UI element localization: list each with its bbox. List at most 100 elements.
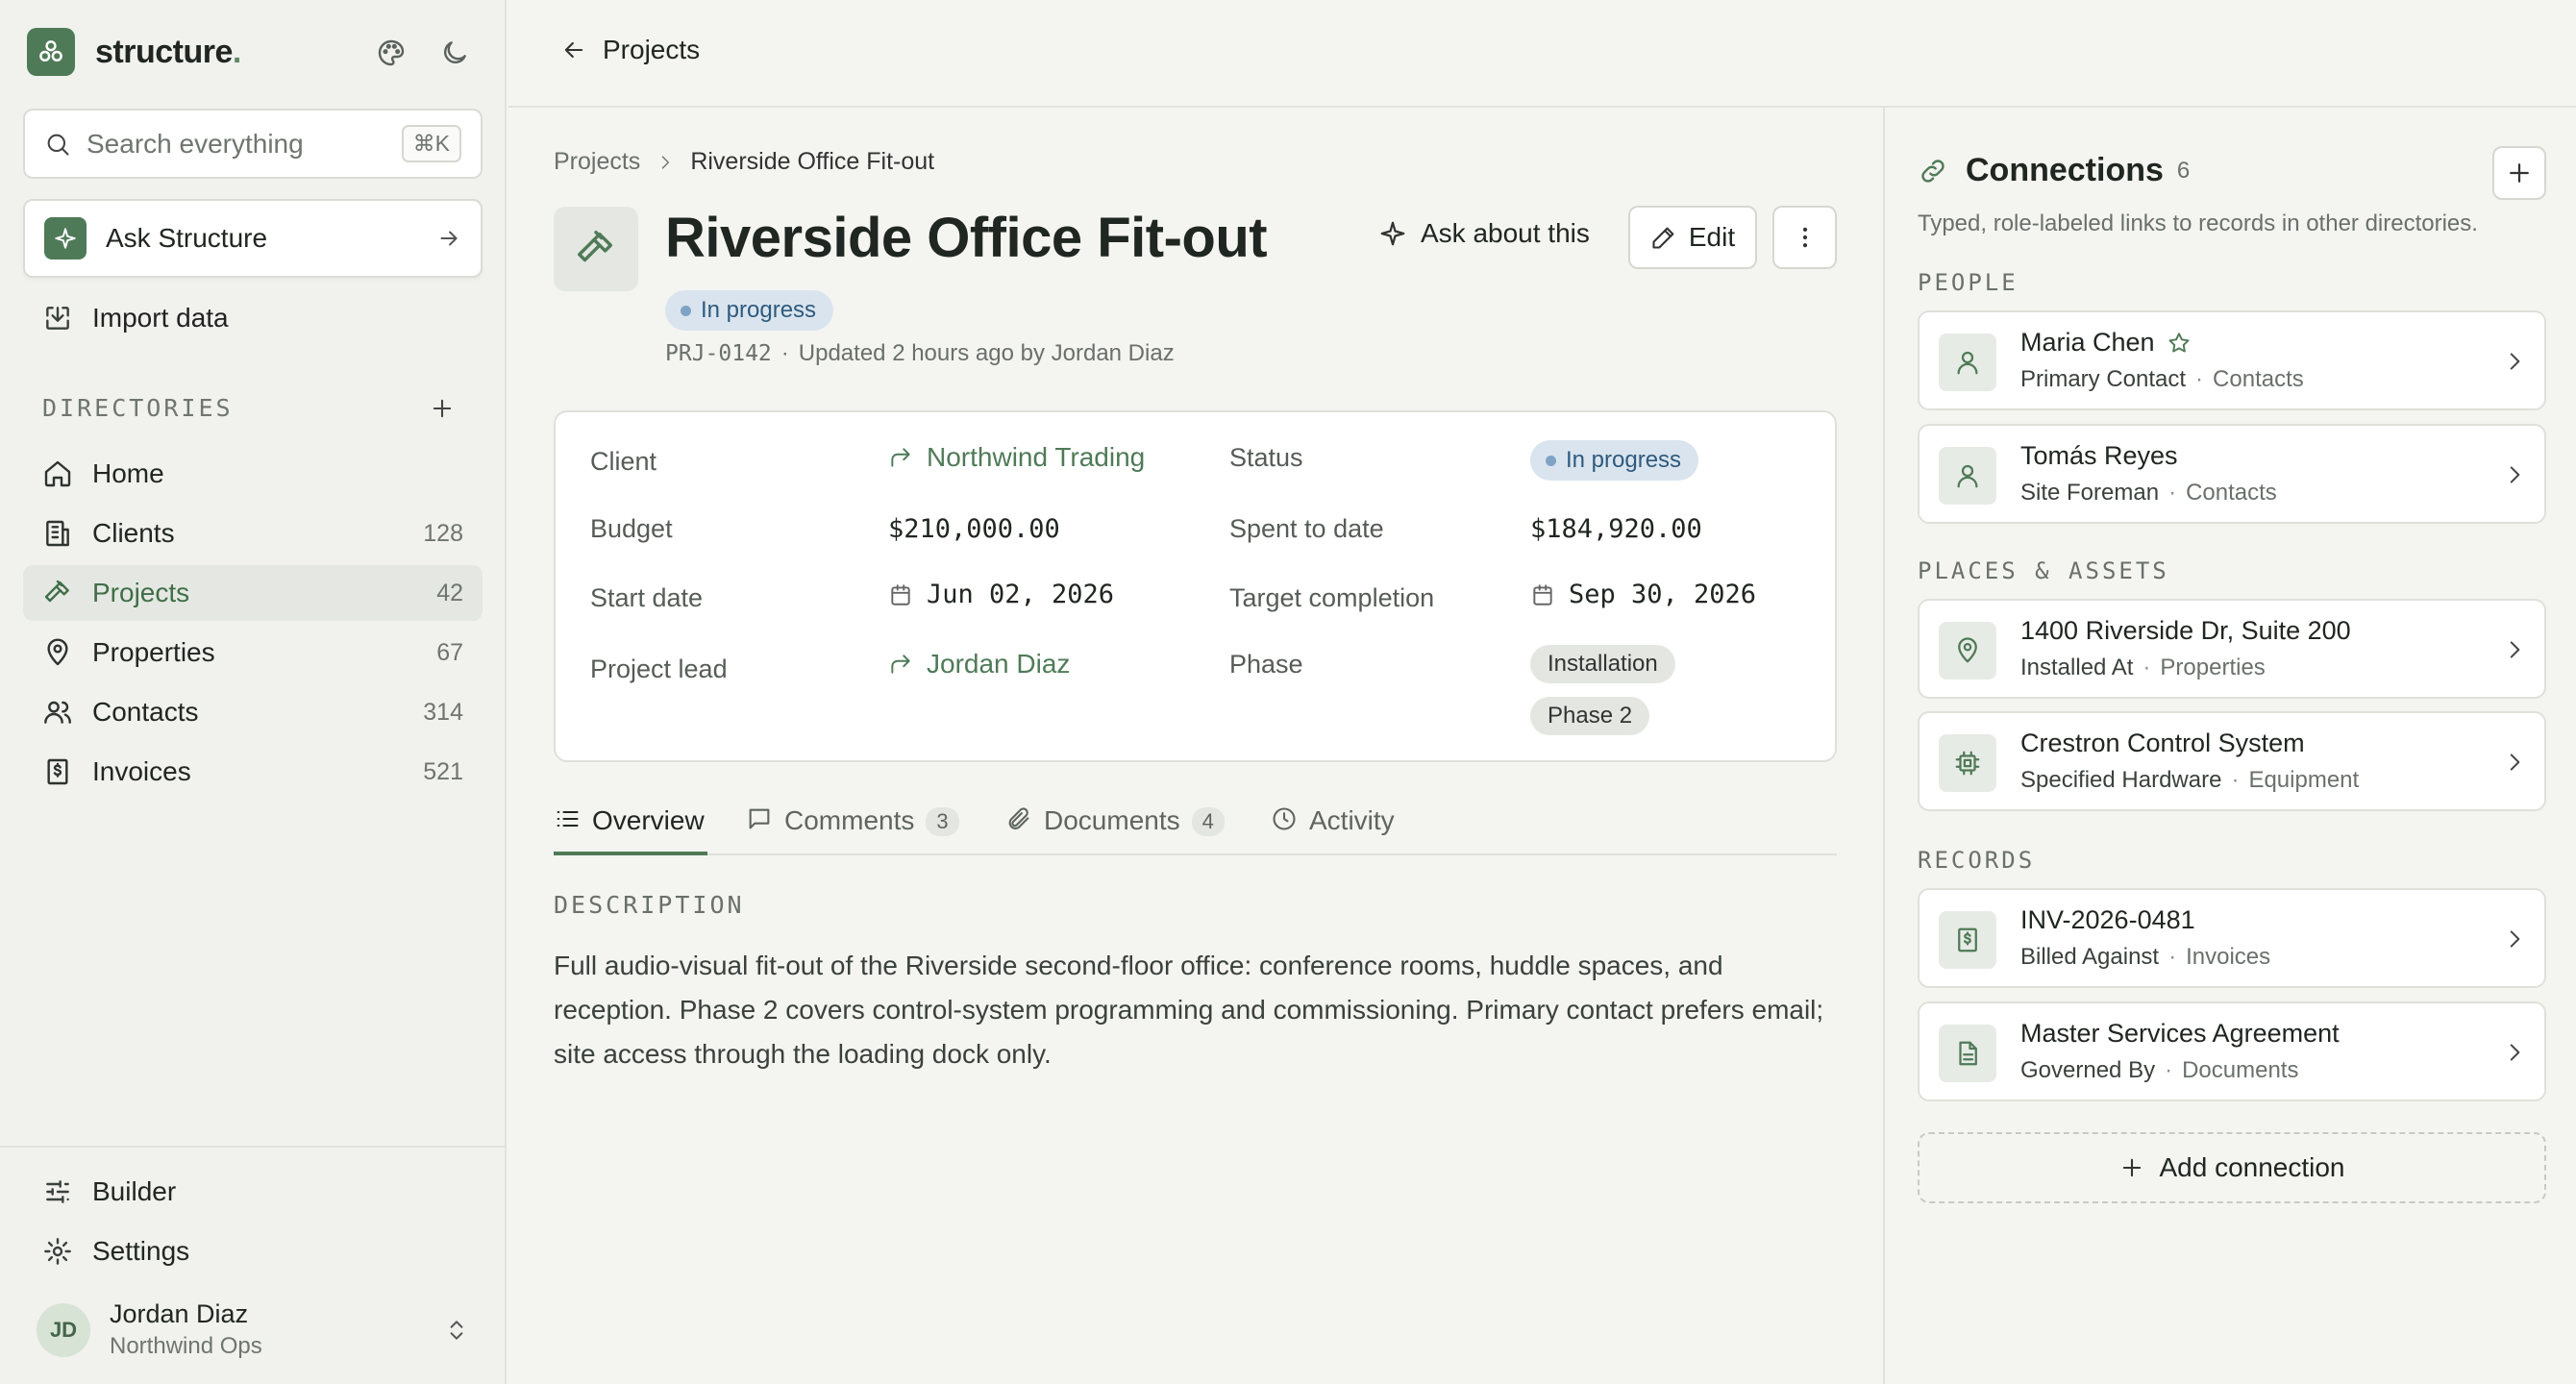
connections-count: 6 <box>2176 157 2191 184</box>
sliders-icon <box>42 1176 73 1207</box>
connection-card[interactable]: INV-2026-0481 Billed Against · Invoices <box>1918 888 2546 988</box>
sidebar-item-contacts[interactable]: Contacts 314 <box>23 684 483 740</box>
add-connection-button[interactable]: Add connection <box>1918 1132 2546 1203</box>
add-connection-label: Add connection <box>2159 1152 2345 1182</box>
sparkle-icon <box>44 217 87 260</box>
sidebar-item-label: Contacts <box>92 697 199 727</box>
sidebar-item-invoices[interactable]: Invoices 521 <box>23 744 483 800</box>
tab-activity[interactable]: Activity <box>1271 796 1395 855</box>
tab-label: Overview <box>592 805 705 835</box>
connection-role: Billed Against · Invoices <box>2020 944 2271 970</box>
gear-icon <box>42 1236 73 1267</box>
connection-card[interactable]: Master Services Agreement Governed By · Do… <box>1918 1001 2546 1101</box>
plus-icon <box>2510 163 2529 183</box>
chevron-right-icon <box>2502 462 2527 487</box>
start-date-value: Jun 02, 2026 <box>888 580 1114 609</box>
connection-name: Maria Chen <box>2020 328 2192 358</box>
connection-card[interactable]: Maria Chen Primary Contact · Contacts <box>1918 310 2546 410</box>
sidebar-item-properties[interactable]: Properties 67 <box>23 625 483 680</box>
breadcrumb-current: Riverside Office Fit-out <box>690 148 935 175</box>
sidebar-item-label: Projects <box>92 578 190 607</box>
brand-name: structure. <box>95 33 241 70</box>
list-icon <box>554 805 581 832</box>
hammer-icon <box>554 207 638 291</box>
add-connection-icon-button[interactable] <box>2492 146 2546 200</box>
builder-label: Builder <box>92 1176 177 1206</box>
connection-name: INV-2026-0481 <box>2020 905 2195 934</box>
settings-label: Settings <box>92 1236 190 1266</box>
back-to-projects-link[interactable]: Projects <box>560 35 700 65</box>
chevron-right-icon <box>2502 349 2527 374</box>
chevron-right-icon <box>2502 1040 2527 1065</box>
arrow-left-icon <box>560 37 587 63</box>
search-shortcut: ⌘K <box>401 125 461 162</box>
user-name: Jordan Diaz <box>110 1299 249 1328</box>
chevron-updown-icon <box>444 1318 469 1343</box>
settings-button[interactable]: Settings <box>42 1236 189 1267</box>
link-arrow-icon <box>891 448 910 467</box>
import-data-button[interactable]: Import data <box>42 303 229 334</box>
status-badge-label: In progress <box>701 297 817 323</box>
ask-structure-button[interactable]: Ask Structure <box>23 199 483 278</box>
link-arrow-icon <box>891 655 910 674</box>
section-people: PEOPLE <box>1918 269 2019 296</box>
sidebar-item-label: Clients <box>92 518 175 548</box>
connection-role: Installed At · Properties <box>2020 655 2266 680</box>
palette-icon[interactable] <box>375 37 408 69</box>
tab-documents[interactable]: Documents 4 <box>1005 796 1225 855</box>
plus-icon <box>2118 1154 2145 1181</box>
top-bar: Projects <box>508 0 2576 108</box>
project-details-card: Client Northwind Trading Status In progr… <box>554 410 1837 762</box>
connection-card[interactable]: 1400 Riverside Dr, Suite 200 Installed A… <box>1918 599 2546 699</box>
paperclip-icon <box>1005 805 1032 832</box>
user-menu[interactable]: JD Jordan Diaz Northwind Ops <box>37 1299 469 1360</box>
invoice-icon <box>1939 911 1996 969</box>
connection-card[interactable]: Crestron Control System Specified Hardwa… <box>1918 711 2546 811</box>
sidebar-item-projects[interactable]: Projects 42 <box>23 565 483 621</box>
section-records: RECORDS <box>1918 847 2036 874</box>
edit-button[interactable]: Edit <box>1628 206 1757 269</box>
directories-title: DIRECTORIES <box>42 394 234 422</box>
sidebar-item-count: 128 <box>423 519 463 547</box>
link-icon <box>1918 156 1948 186</box>
connection-card[interactable]: Tomás Reyes Site Foreman · Contacts <box>1918 424 2546 524</box>
logo-icon <box>27 28 75 76</box>
back-label: Projects <box>603 35 701 64</box>
project-detail: Projects Riverside Office Fit-out Rivers… <box>508 108 1884 1384</box>
home-icon <box>42 458 73 489</box>
connection-name: 1400 Riverside Dr, Suite 200 <box>2020 616 2351 645</box>
description-text: Full audio-visual fit-out of the Riversi… <box>554 951 1824 1069</box>
search-icon <box>44 131 71 158</box>
project-lead-link[interactable]: Jordan Diaz <box>888 649 1070 680</box>
sidebar-item-home[interactable]: Home <box>23 446 483 502</box>
breadcrumb-parent[interactable]: Projects <box>554 148 640 176</box>
status-badge: In progress <box>665 290 834 331</box>
star-icon <box>2168 332 2190 353</box>
connections-title: Connections <box>1966 152 2164 188</box>
moon-icon[interactable] <box>438 37 471 69</box>
start-date-label: Start date <box>590 583 704 612</box>
sidebar-item-clients[interactable]: Clients 128 <box>23 506 483 561</box>
builder-button[interactable]: Builder <box>42 1176 176 1207</box>
sidebar-item-count: 67 <box>436 638 463 666</box>
sidebar-item-count: 314 <box>423 698 463 726</box>
budget-value: $210,000.00 <box>888 514 1060 544</box>
add-directory-icon[interactable] <box>429 395 456 422</box>
more-vertical-icon <box>1792 224 1819 251</box>
more-options-button[interactable] <box>1772 206 1837 269</box>
calendar-icon <box>891 583 910 606</box>
tab-overview[interactable]: Overview <box>554 796 707 855</box>
description-title: DESCRIPTION <box>554 891 745 919</box>
status-value: In progress <box>1566 447 1682 473</box>
comment-icon <box>746 805 773 832</box>
connection-name: Tomás Reyes <box>2020 441 2178 470</box>
connection-role: Site Foreman · Contacts <box>2020 480 2277 506</box>
invoice-icon <box>42 756 73 787</box>
ask-about-this-button[interactable]: Ask about this <box>1378 218 1590 249</box>
search-input[interactable]: Search everything ⌘K <box>23 109 483 179</box>
person-icon <box>1939 447 1996 505</box>
tab-comments[interactable]: Comments 3 <box>746 796 959 855</box>
section-places-assets: PLACES & ASSETS <box>1918 557 2169 584</box>
brand[interactable]: structure. <box>27 28 241 76</box>
client-link[interactable]: Northwind Trading <box>888 442 1145 473</box>
